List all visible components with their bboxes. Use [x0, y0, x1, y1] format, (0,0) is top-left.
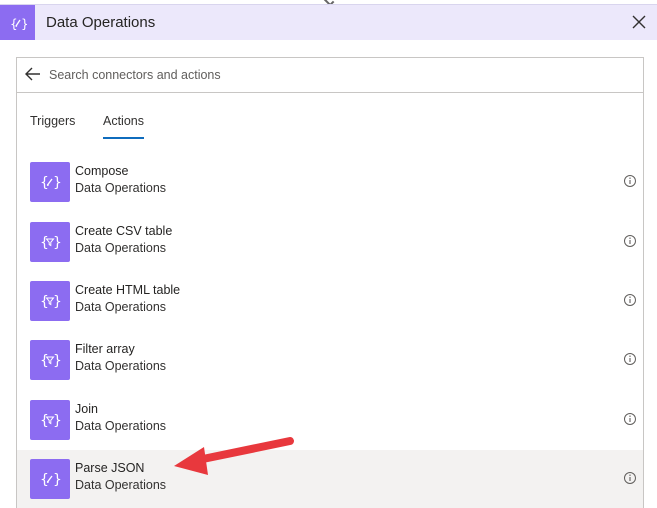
- action-compose[interactable]: { } Compose Data Operations: [17, 153, 643, 211]
- action-subtitle: Data Operations: [75, 181, 167, 195]
- action-title: Filter array: [75, 342, 135, 356]
- action-picker: Triggers Actions { } Compose Data Operat…: [16, 57, 644, 508]
- svg-text:}: }: [53, 175, 61, 191]
- svg-text:{: {: [40, 472, 49, 488]
- action-subtitle: Data Operations: [75, 419, 167, 433]
- close-button[interactable]: [629, 12, 649, 32]
- svg-text:}: }: [53, 294, 61, 310]
- info-button[interactable]: [623, 174, 637, 188]
- info-icon: [624, 472, 636, 484]
- action-subtitle: Data Operations: [75, 300, 167, 314]
- tab-strip: Triggers Actions: [17, 110, 643, 142]
- svg-text:{: {: [40, 294, 49, 310]
- search-bar: [17, 58, 643, 93]
- svg-text:}: }: [53, 472, 61, 488]
- data-operations-panel: { } Data Operations Triggers Actions: [0, 0, 657, 508]
- svg-text:{: {: [40, 413, 49, 429]
- info-button[interactable]: [623, 412, 637, 426]
- action-create-html-table[interactable]: { } Create HTML table Data Operations: [17, 272, 643, 330]
- filter-icon: { }: [30, 400, 70, 440]
- action-parse-json[interactable]: { } Parse JSON Data Operations: [17, 450, 643, 508]
- action-create-csv-table[interactable]: { } Create CSV table Data Operations: [17, 213, 643, 271]
- svg-text:{: {: [10, 17, 18, 31]
- info-button[interactable]: [623, 352, 637, 366]
- action-title: Create HTML table: [75, 283, 181, 297]
- svg-text:}: }: [53, 235, 61, 251]
- compose-icon: { }: [30, 162, 70, 202]
- action-subtitle: Data Operations: [75, 359, 167, 373]
- svg-text:}: }: [53, 413, 61, 429]
- compose-icon: { }: [30, 459, 70, 499]
- info-button[interactable]: [623, 234, 637, 248]
- info-icon: [624, 235, 636, 247]
- data-operations-icon: { }: [0, 5, 35, 40]
- tab-triggers[interactable]: Triggers: [30, 114, 75, 137]
- info-button[interactable]: [623, 471, 637, 485]
- action-subtitle: Data Operations: [75, 478, 167, 492]
- info-icon: [624, 353, 636, 365]
- svg-text:{: {: [40, 235, 49, 251]
- action-filter-array[interactable]: { } Filter array Data Operations: [17, 331, 643, 389]
- svg-text:}: }: [53, 353, 61, 369]
- back-button[interactable]: [24, 66, 42, 82]
- tab-actions[interactable]: Actions: [103, 114, 144, 139]
- info-icon: [624, 294, 636, 306]
- action-join[interactable]: { } Join Data Operations: [17, 391, 643, 449]
- info-button[interactable]: [623, 293, 637, 307]
- filter-icon: { }: [30, 222, 70, 262]
- svg-text:{: {: [40, 353, 49, 369]
- svg-text:{: {: [40, 175, 49, 191]
- action-subtitle: Data Operations: [75, 241, 167, 255]
- info-icon: [624, 413, 636, 425]
- filter-icon: { }: [30, 340, 70, 380]
- action-title: Parse JSON: [75, 461, 145, 475]
- svg-text:}: }: [21, 17, 27, 31]
- action-title: Join: [75, 402, 98, 416]
- action-title: Compose: [75, 164, 129, 178]
- action-title: Create CSV table: [75, 224, 173, 238]
- panel-header: { } Data Operations: [0, 4, 657, 40]
- back-arrow-icon: [25, 67, 40, 81]
- info-icon: [624, 175, 636, 187]
- close-icon: [632, 15, 646, 29]
- filter-icon: { }: [30, 281, 70, 321]
- search-input[interactable]: [49, 64, 629, 86]
- panel-title: Data Operations: [46, 14, 156, 31]
